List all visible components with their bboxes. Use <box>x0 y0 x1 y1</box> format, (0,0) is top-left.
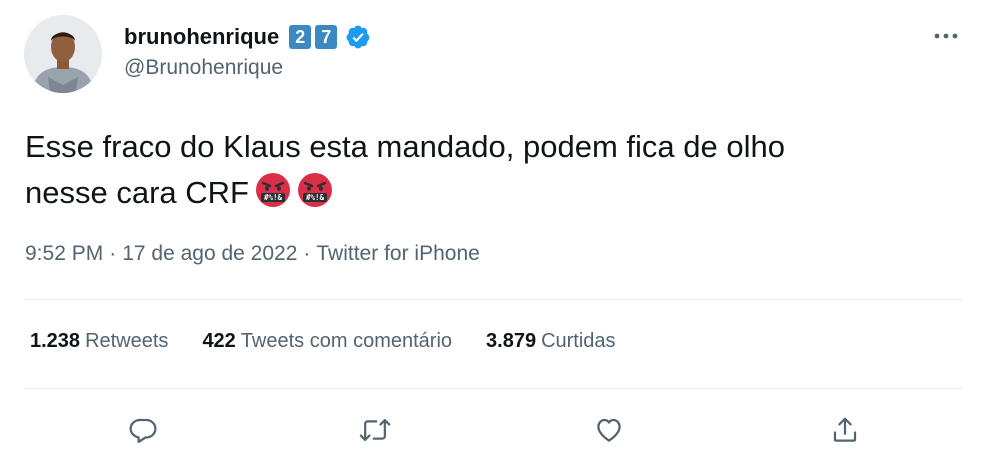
like-button[interactable] <box>584 405 634 455</box>
divider <box>25 388 963 389</box>
more-horizontal-icon <box>934 33 958 39</box>
likes-count: 3.879 <box>486 330 537 352</box>
tweet-time[interactable]: 9:52 PM <box>25 242 103 265</box>
divider <box>25 299 963 300</box>
separator: · <box>303 242 311 265</box>
tweet-text-line: Esse fraco do Klaus esta mandado, podem … <box>25 129 785 164</box>
face-with-symbols-on-mouth-icon: #%!& <box>255 172 291 208</box>
svg-text:#%!&: #%!& <box>264 193 283 202</box>
retweets-label: Retweets <box>85 330 169 352</box>
likes-label: Curtidas <box>541 330 616 352</box>
tweet-stats: 1.238 Retweets 422 Tweets com comentário 3… <box>30 330 616 353</box>
retweet-icon <box>359 419 391 441</box>
tweet-source[interactable]: Twitter for iPhone <box>316 242 479 265</box>
avatar[interactable] <box>24 15 102 93</box>
display-name[interactable]: brunohenrique <box>124 24 279 50</box>
tweet-text-segment: nesse cara CRF <box>25 175 249 210</box>
more-options-button[interactable] <box>928 22 964 50</box>
share-button[interactable] <box>820 405 870 455</box>
keycap-digit-badge: 2 <box>289 25 312 49</box>
reply-button[interactable] <box>118 405 168 455</box>
share-icon <box>833 417 857 442</box>
keycap-digit-badge: 7 <box>315 25 338 49</box>
user-handle[interactable]: @Brunohenrique <box>124 56 283 80</box>
quote-tweets-count: 422 <box>202 330 236 352</box>
user-name-row: brunohenrique 2 7 <box>124 22 371 52</box>
profile-photo <box>24 15 102 93</box>
face-with-symbols-on-mouth-icon: #%!& <box>297 172 333 208</box>
tweet-metadata: 9:52 PM · 17 de ago de 2022 · Twitter for iP… <box>25 242 480 266</box>
separator: · <box>109 242 117 265</box>
tweet-date[interactable]: 17 de ago de 2022 <box>122 242 297 265</box>
tweet-text-line: nesse cara CRF #%!& #%!& <box>25 170 970 216</box>
likes-stat[interactable]: 3.879 Curtidas <box>486 330 616 353</box>
retweets-stat[interactable]: 1.238 Retweets <box>30 330 168 353</box>
heart-icon <box>597 418 621 442</box>
tweet-action-bar <box>0 405 984 455</box>
retweets-count: 1.238 <box>30 330 81 352</box>
quote-tweets-label: Tweets com comentário <box>240 330 453 352</box>
quote-tweets-stat[interactable]: 422 Tweets com comentário <box>202 330 452 353</box>
tweet-text: Esse fraco do Klaus esta mandado, podem … <box>25 124 970 216</box>
verified-badge-icon <box>345 24 371 50</box>
svg-text:#%!&: #%!& <box>306 193 325 202</box>
reply-icon <box>129 418 157 443</box>
retweet-button[interactable] <box>350 405 400 455</box>
